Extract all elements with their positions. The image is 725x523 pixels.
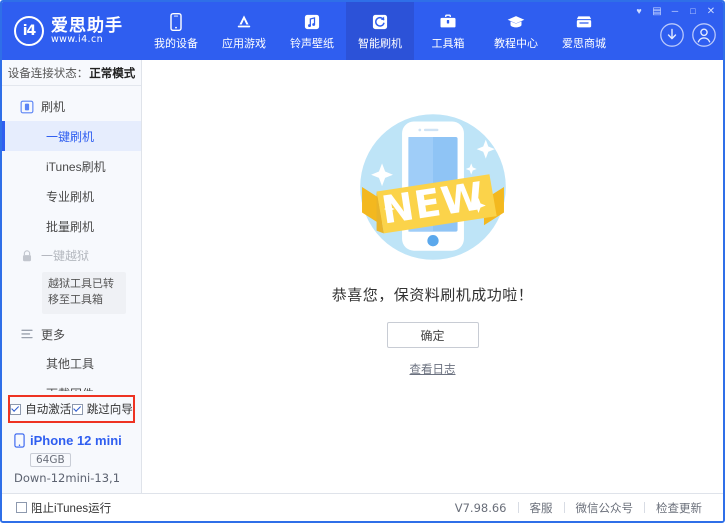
checkbox-label: 阻止iTunes运行 — [31, 500, 111, 516]
store-icon — [574, 12, 594, 32]
main-content: NEW 恭喜您，保资料刷机成功啦！ 确定 查看日志 — [142, 60, 723, 493]
lock-icon — [20, 249, 34, 263]
sidebar-item-itunes-flash[interactable]: iTunes刷机 — [2, 151, 141, 181]
app-header: i4 爱思助手 www.i4.cn 我的设备 应用游戏 — [2, 2, 723, 60]
sidebar-item-batch-flash[interactable]: 批量刷机 — [2, 211, 141, 241]
application-window: i4 爱思助手 www.i4.cn 我的设备 应用游戏 — [0, 0, 725, 523]
pin-icon[interactable]: ♥ — [631, 4, 647, 18]
sidebar-item-other-tools[interactable]: 其他工具 — [2, 349, 141, 379]
minimize-icon[interactable]: ─ — [667, 4, 683, 18]
window-controls: ♥ ▤ ─ □ ✕ — [631, 4, 719, 18]
logo-text: 爱思助手 www.i4.cn — [51, 17, 123, 46]
jailbreak-tooltip: 越狱工具已转移至工具箱 — [42, 272, 126, 314]
connected-device-info[interactable]: iPhone 12 mini 64GB Down-12mini-13,1 — [2, 429, 141, 493]
brand-url: www.i4.cn — [51, 35, 123, 45]
user-account-icon[interactable] — [691, 22, 717, 48]
confirm-button[interactable]: 确定 — [387, 322, 479, 348]
device-model: Down-12mini-13,1 — [14, 471, 141, 485]
checkbox-box[interactable] — [16, 502, 27, 513]
phone-small-icon — [14, 433, 25, 448]
device-name: iPhone 12 mini — [30, 433, 122, 448]
nav-label: 我的设备 — [154, 35, 198, 51]
checkbox-box[interactable] — [10, 404, 21, 415]
logo-mark-icon: i4 — [14, 16, 44, 46]
nav-item-apps-games[interactable]: 应用游戏 — [210, 2, 278, 60]
flash-options-highlight: 自动激活 跳过向导 — [8, 395, 135, 423]
sidebar-item-label: 专业刷机 — [46, 188, 94, 205]
checkbox-skip-wizard[interactable]: 跳过向导 — [72, 401, 133, 417]
sidebar-item-label: iTunes刷机 — [46, 158, 106, 175]
device-connection-status: 设备连接状态： 正常模式 — [2, 60, 141, 86]
sidebar: 设备连接状态： 正常模式 刷机 一键刷机 iTunes刷机 — [2, 60, 142, 493]
checkbox-auto-activate[interactable]: 自动激活 — [10, 401, 71, 417]
nav-label: 教程中心 — [494, 35, 538, 51]
checkbox-box[interactable] — [72, 404, 83, 415]
nav-item-store[interactable]: 爱思商城 — [550, 2, 618, 60]
nav-label: 应用游戏 — [222, 35, 266, 51]
music-icon — [302, 12, 322, 32]
sidebar-group-label: 更多 — [41, 326, 65, 343]
customer-service-link[interactable]: 客服 — [519, 500, 564, 516]
menu-icon[interactable]: ▤ — [649, 4, 665, 18]
checkbox-label: 自动激活 — [25, 401, 71, 417]
sidebar-item-label: 批量刷机 — [46, 218, 94, 235]
sidebar-item-one-key-flash[interactable]: 一键刷机 — [2, 121, 141, 151]
sidebar-group-label: 刷机 — [41, 98, 65, 115]
nav-item-smart-flash[interactable]: 智能刷机 — [346, 2, 414, 60]
sidebar-options-wrap: 自动激活 跳过向导 — [2, 391, 141, 429]
download-circle-icon[interactable] — [659, 22, 685, 48]
sidebar-group-jailbreak: 一键越狱 — [2, 241, 141, 270]
footer-left: 阻止iTunes运行 — [16, 500, 111, 516]
check-update-link[interactable]: 检查更新 — [645, 500, 713, 516]
nav-item-ringtones-wallpapers[interactable]: 铃声壁纸 — [278, 2, 346, 60]
device-capacity-badge: 64GB — [30, 453, 71, 467]
sidebar-menu: 刷机 一键刷机 iTunes刷机 专业刷机 批量刷机 — [2, 86, 141, 391]
sidebar-item-pro-flash[interactable]: 专业刷机 — [2, 181, 141, 211]
sidebar-item-download-firmware[interactable]: 下载固件 — [2, 379, 141, 391]
sidebar-group-more[interactable]: 更多 — [2, 320, 141, 349]
app-body: 设备连接状态： 正常模式 刷机 一键刷机 iTunes刷机 — [2, 60, 723, 493]
checkbox-label: 跳过向导 — [87, 401, 133, 417]
brand-name: 爱思助手 — [51, 17, 123, 35]
refresh-icon — [370, 12, 390, 32]
success-message: 恭喜您，保资料刷机成功啦！ — [332, 284, 534, 305]
sidebar-item-label: 一键刷机 — [46, 128, 94, 145]
toolbox-icon — [438, 12, 458, 32]
device-status-label: 设备连接状态： — [8, 65, 89, 81]
brand-logo[interactable]: i4 爱思助手 www.i4.cn — [2, 2, 142, 60]
flash-device-icon — [20, 100, 34, 114]
graduation-cap-icon — [506, 12, 526, 32]
nav-label: 工具箱 — [432, 35, 465, 51]
nav-item-toolbox[interactable]: 工具箱 — [414, 2, 482, 60]
new-phone-badge-illustration: NEW — [342, 96, 524, 278]
sidebar-item-label: 其他工具 — [46, 355, 94, 372]
status-bar: 阻止iTunes运行 V7.98.66 客服 微信公众号 检查更新 — [2, 493, 723, 521]
maximize-icon[interactable]: □ — [685, 4, 701, 18]
device-name-row: iPhone 12 mini — [14, 433, 141, 448]
footer-right: V7.98.66 客服 微信公众号 检查更新 — [455, 500, 713, 516]
main-nav: 我的设备 应用游戏 铃声壁纸 — [142, 2, 618, 60]
nav-label: 智能刷机 — [358, 35, 402, 51]
nav-label: 爱思商城 — [562, 35, 606, 51]
appstore-icon — [234, 12, 254, 32]
close-icon[interactable]: ✕ — [703, 4, 719, 18]
wechat-official-link[interactable]: 微信公众号 — [565, 500, 645, 516]
list-icon — [20, 327, 34, 341]
nav-item-my-device[interactable]: 我的设备 — [142, 2, 210, 60]
version-label: V7.98.66 — [455, 501, 518, 515]
nav-label: 铃声壁纸 — [290, 35, 334, 51]
sidebar-group-flash[interactable]: 刷机 — [2, 92, 141, 121]
header-actions — [659, 22, 717, 48]
nav-item-tutorial-center[interactable]: 教程中心 — [482, 2, 550, 60]
phone-icon — [166, 12, 186, 32]
sidebar-group-label: 一键越狱 — [41, 247, 89, 264]
sidebar-item-label: 下载固件 — [46, 385, 94, 391]
device-status-value: 正常模式 — [89, 65, 135, 81]
checkbox-block-itunes[interactable]: 阻止iTunes运行 — [16, 500, 111, 516]
view-log-link[interactable]: 查看日志 — [410, 361, 456, 377]
